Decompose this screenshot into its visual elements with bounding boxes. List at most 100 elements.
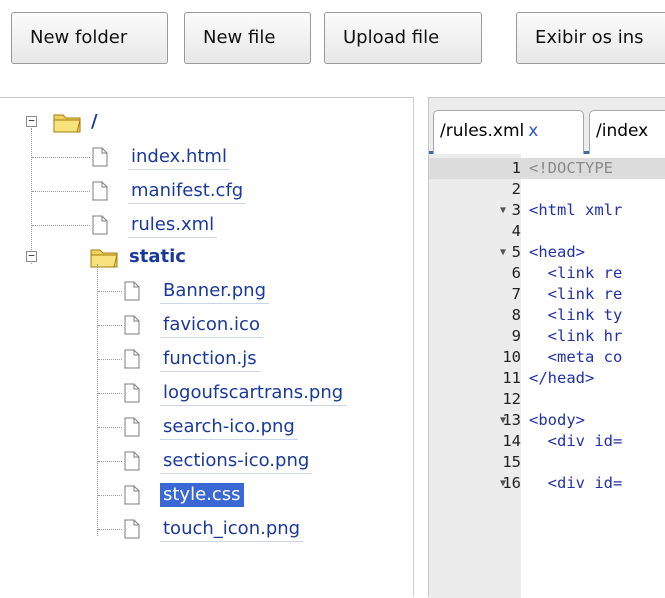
tree-label[interactable]: manifest.cfg xyxy=(128,179,247,204)
tree-label[interactable]: Banner.png xyxy=(160,279,269,304)
code-editor: /rules.xml x /index 1 <!DOCTYPE 2 3 ▼ <html xm… xyxy=(428,97,665,598)
tree-guide xyxy=(98,529,122,530)
line-number: 15 xyxy=(502,453,521,471)
minus-box-icon[interactable]: − xyxy=(26,115,37,127)
tree-label[interactable]: logoufscartrans.png xyxy=(160,381,347,406)
line-number: 5 xyxy=(511,243,521,261)
tree-guide xyxy=(98,359,122,360)
tree-file[interactable]: Banner.png xyxy=(0,277,400,307)
tree-file[interactable]: style.css xyxy=(0,481,400,511)
tab-label: /rules.xml xyxy=(440,121,525,141)
code-text: <html xmlr xyxy=(529,201,623,219)
file-icon xyxy=(124,383,140,407)
tree-label[interactable]: function.js xyxy=(160,347,260,372)
code-line[interactable]: 10 <meta co xyxy=(429,347,665,368)
code-text: <link hr xyxy=(529,327,623,345)
code-text: <!DOCTYPE xyxy=(529,159,613,177)
line-number: 4 xyxy=(511,222,521,240)
line-number: 7 xyxy=(511,285,521,303)
tree-file[interactable]: touch_icon.png xyxy=(0,515,400,545)
folder-open-icon xyxy=(53,111,83,137)
fold-arrow-icon[interactable]: ▼ xyxy=(500,473,506,494)
tree-folder-static[interactable]: − static xyxy=(0,243,260,273)
code-line[interactable]: 4 xyxy=(429,221,665,242)
code-line[interactable]: 16 ▼ <div id= xyxy=(429,473,665,494)
tree-file[interactable]: favicon.ico xyxy=(0,311,400,341)
new-file-button[interactable]: New file xyxy=(184,12,311,64)
fold-arrow-icon[interactable]: ▼ xyxy=(500,410,506,431)
tree-label[interactable]: search-ico.png xyxy=(160,415,298,440)
code-line[interactable]: 7 <link re xyxy=(429,284,665,305)
editor-tabs: /rules.xml x /index xyxy=(429,98,665,154)
file-icon xyxy=(92,215,108,239)
minus-box-icon[interactable]: − xyxy=(26,250,37,262)
tab-rules-xml[interactable]: /rules.xml x xyxy=(433,110,584,154)
tab-index[interactable]: /index xyxy=(589,110,665,154)
tree-label[interactable]: sections-ico.png xyxy=(160,449,313,474)
code-text: <meta co xyxy=(529,348,623,366)
tree-file[interactable]: sections-ico.png xyxy=(0,447,400,477)
code-line[interactable]: 11 </head> xyxy=(429,368,665,389)
fold-arrow-icon[interactable]: ▼ xyxy=(500,200,506,221)
tree-file[interactable]: function.js xyxy=(0,345,400,375)
line-number: 8 xyxy=(511,306,521,324)
code-line[interactable]: 5 ▼ <head> xyxy=(429,242,665,263)
file-icon xyxy=(124,485,140,509)
file-icon xyxy=(124,281,140,305)
code-text: <div id= xyxy=(529,474,623,492)
code-text: <body> xyxy=(529,411,585,429)
tree-root[interactable]: − / xyxy=(0,108,200,138)
file-icon xyxy=(124,451,140,475)
tree-file[interactable]: search-ico.png xyxy=(0,413,400,443)
tree-label[interactable]: static xyxy=(126,245,189,269)
code-line[interactable]: 3 ▼ <html xmlr xyxy=(429,200,665,221)
file-icon xyxy=(92,181,108,205)
tree-guide xyxy=(32,225,90,226)
tree-file[interactable]: manifest.cfg xyxy=(0,177,400,207)
close-icon[interactable]: x xyxy=(528,121,538,141)
tree-label[interactable]: index.html xyxy=(128,145,230,170)
tree-guide xyxy=(98,325,122,326)
tab-label: /index xyxy=(596,121,649,141)
line-number: 10 xyxy=(502,348,521,366)
tree-label[interactable]: touch_icon.png xyxy=(160,517,304,542)
toolbar: New folder New file Upload file Exibir o… xyxy=(0,0,665,96)
file-icon xyxy=(92,147,108,171)
line-number: 14 xyxy=(502,432,521,450)
tree-file[interactable]: index.html xyxy=(0,143,400,173)
tree-label[interactable]: / xyxy=(88,110,101,134)
code-line[interactable]: 6 <link re xyxy=(429,263,665,284)
line-number: 1 xyxy=(511,159,521,177)
exibir-button[interactable]: Exibir os ins xyxy=(516,12,665,64)
code-area[interactable]: 1 <!DOCTYPE 2 3 ▼ <html xmlr 4 5 ▼ <head> 6 <link … xyxy=(429,154,665,598)
tree-file[interactable]: rules.xml xyxy=(0,211,400,241)
file-icon xyxy=(124,349,140,373)
code-text: <link ty xyxy=(529,306,623,324)
tree-label[interactable]: favicon.ico xyxy=(160,313,263,338)
code-text: </head> xyxy=(529,369,595,387)
tree-label[interactable]: style.css xyxy=(160,483,244,507)
new-folder-button[interactable]: New folder xyxy=(11,12,168,64)
tree-guide xyxy=(98,461,122,462)
code-line[interactable]: 2 xyxy=(429,179,665,200)
line-number: 16 xyxy=(502,474,521,492)
fold-arrow-icon[interactable]: ▼ xyxy=(500,242,506,263)
line-number: 3 xyxy=(511,201,521,219)
code-line[interactable]: 14 <div id= xyxy=(429,431,665,452)
tree-label[interactable]: rules.xml xyxy=(128,213,218,238)
upload-file-button[interactable]: Upload file xyxy=(324,12,482,64)
line-number: 9 xyxy=(511,327,521,345)
code-line[interactable]: 12 xyxy=(429,389,665,410)
line-number: 2 xyxy=(511,180,521,198)
code-text: <div id= xyxy=(529,432,623,450)
code-line[interactable]: 9 <link hr xyxy=(429,326,665,347)
code-line[interactable]: 15 xyxy=(429,452,665,473)
code-line[interactable]: 1 <!DOCTYPE xyxy=(429,158,665,179)
code-line[interactable]: 13 ▼ <body> xyxy=(429,410,665,431)
tree-guide xyxy=(98,427,122,428)
tree-file[interactable]: logoufscartrans.png xyxy=(0,379,400,409)
tree-guide xyxy=(98,291,122,292)
code-line[interactable]: 8 <link ty xyxy=(429,305,665,326)
tree-guide xyxy=(32,191,90,192)
file-tree: − / index.html manifest.cfg rules.xml − st… xyxy=(0,97,414,597)
